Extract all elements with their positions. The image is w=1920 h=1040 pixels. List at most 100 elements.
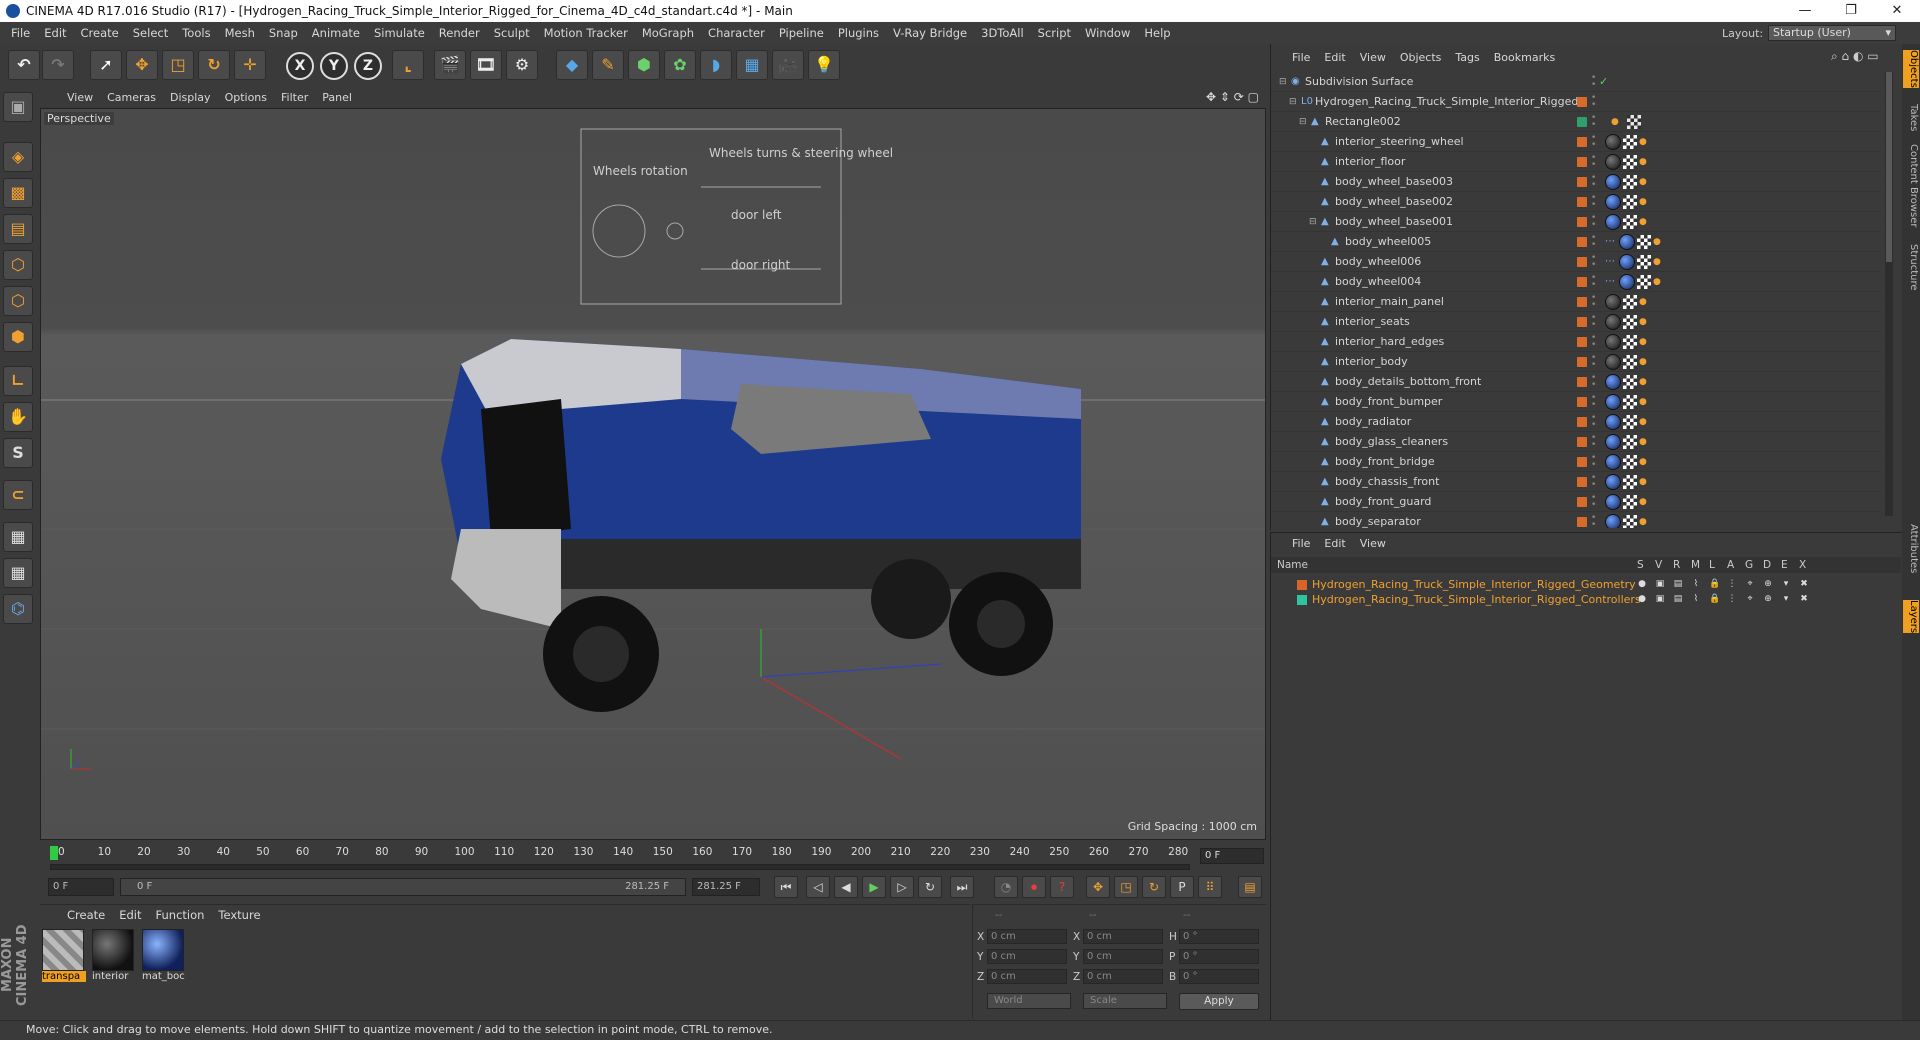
- playhead[interactable]: [50, 846, 58, 860]
- tag-icon[interactable]: ●: [1639, 158, 1647, 167]
- layer-color-swatch[interactable]: [1577, 357, 1587, 367]
- object-row[interactable]: ⊟ ▲ Rectangle002 • • ●: [1271, 112, 1881, 132]
- layer-color-swatch[interactable]: [1577, 517, 1587, 527]
- menu-item[interactable]: MoGraph: [635, 22, 701, 44]
- layer-menu-item[interactable]: View: [1353, 536, 1393, 552]
- object-row[interactable]: ⊟ ▲ body_wheel_base001 • • ●: [1271, 212, 1881, 232]
- material-tag-icon[interactable]: [1605, 194, 1621, 210]
- layer-color-swatch[interactable]: [1577, 437, 1587, 447]
- layer-toggle-icon[interactable]: ⌇: [1691, 593, 1701, 605]
- layer-toggle-icon[interactable]: ▣: [1655, 593, 1665, 605]
- material-tag-icon[interactable]: [1605, 354, 1621, 370]
- material-tag-icon[interactable]: [1605, 374, 1621, 390]
- layer-toggle-icon[interactable]: ⌖: [1745, 593, 1755, 605]
- tag-icon[interactable]: ●: [1639, 418, 1647, 427]
- preview-range-bar[interactable]: [50, 864, 1190, 870]
- object-row[interactable]: ⊟ L0 Hydrogen_Racing_Truck_Simple_Interior…: [1271, 92, 1881, 112]
- texture-tag-icon[interactable]: [1637, 255, 1651, 269]
- layer-color-swatch[interactable]: [1577, 377, 1587, 387]
- layer-row[interactable]: Hydrogen_Racing_Truck_Simple_Interior_Ri…: [1271, 592, 1901, 607]
- object-manager-search-icon[interactable]: ⌕ ⌂ ◐ ▭: [1831, 49, 1879, 64]
- tag-icon[interactable]: ●: [1639, 198, 1647, 207]
- z-axis-button[interactable]: Z: [354, 52, 382, 80]
- play-button[interactable]: ▶: [862, 876, 886, 898]
- xpresso-tag-icon[interactable]: ⋯: [1605, 232, 1615, 252]
- prev-frame-button[interactable]: ◀: [834, 876, 858, 898]
- scale-tool-button[interactable]: ◳: [162, 50, 194, 80]
- apply-button[interactable]: Apply: [1179, 993, 1259, 1010]
- side-tab[interactable]: Layers: [1903, 600, 1919, 634]
- texture-tag-icon[interactable]: [1623, 195, 1637, 209]
- layer-color-swatch[interactable]: [1577, 197, 1587, 207]
- render-picture-viewer-button[interactable]: 🎞: [470, 50, 502, 80]
- recent-tool-button[interactable]: ✛: [234, 50, 266, 80]
- tag-icon[interactable]: ●: [1653, 258, 1661, 267]
- texture-tag-icon[interactable]: [1623, 315, 1637, 329]
- goto-end-button[interactable]: ⏭: [950, 876, 974, 898]
- autokey-button[interactable]: ?: [1050, 876, 1074, 898]
- layout-select[interactable]: Startup (User) ▾: [1768, 25, 1896, 41]
- menu-item[interactable]: Edit: [37, 22, 73, 44]
- object-row[interactable]: ▲ body_wheel005 • • ⋯ ●: [1271, 232, 1881, 252]
- x-axis-button[interactable]: X: [286, 52, 314, 80]
- maximize-button[interactable]: ❐: [1828, 0, 1874, 22]
- texture-tag-icon[interactable]: [1637, 275, 1651, 289]
- light-button[interactable]: 💡: [808, 50, 840, 80]
- object-menu-item[interactable]: Objects: [1393, 50, 1449, 66]
- visibility-dots-icon[interactable]: • •: [1591, 374, 1596, 390]
- menu-item[interactable]: Animate: [305, 22, 367, 44]
- texture-tag-icon[interactable]: [1623, 395, 1637, 409]
- object-row[interactable]: ▲ interior_body • • ●: [1271, 352, 1881, 372]
- layer-toggle-icon[interactable]: ⋮: [1727, 593, 1737, 605]
- layer-toggle-icon[interactable]: ⌖: [1745, 578, 1755, 590]
- side-tab[interactable]: Structure: [1903, 244, 1919, 291]
- timeline-ruler[interactable]: 0 10 20 30 40 50 60 70 80 90 100 110 120 130 140 150 160…: [40, 842, 1266, 874]
- material-tag-icon[interactable]: [1605, 214, 1621, 230]
- layer-color-swatch[interactable]: [1577, 177, 1587, 187]
- move-tool-button[interactable]: ✥: [126, 50, 158, 80]
- tweak-mode-button[interactable]: ✋: [3, 402, 33, 432]
- record-keys-button[interactable]: ⏺: [1022, 876, 1046, 898]
- visibility-dots-icon[interactable]: • •: [1591, 394, 1596, 410]
- material-tag-icon[interactable]: [1619, 234, 1635, 250]
- motion-record-button[interactable]: ◔: [994, 876, 1018, 898]
- tag-icon[interactable]: ●: [1611, 118, 1619, 127]
- tag-icon[interactable]: ●: [1639, 478, 1647, 487]
- texture-tag-icon[interactable]: [1623, 455, 1637, 469]
- object-row[interactable]: ▲ body_wheel_base002 • • ●: [1271, 192, 1881, 212]
- coordinate-system-button[interactable]: ⌞: [392, 50, 424, 80]
- object-menu-item[interactable]: Edit: [1317, 50, 1352, 66]
- deformer-button[interactable]: ◗: [700, 50, 732, 80]
- texture-tag-icon[interactable]: [1623, 375, 1637, 389]
- layer-color-swatch[interactable]: [1577, 477, 1587, 487]
- layer-toggle-icon[interactable]: ⋮: [1727, 578, 1737, 590]
- layer-toggle-icon[interactable]: ●: [1637, 578, 1647, 590]
- menu-item[interactable]: Sculpt: [487, 22, 537, 44]
- layer-toggle-icon[interactable]: ⊕: [1763, 593, 1773, 605]
- texture-tag-icon[interactable]: [1623, 215, 1637, 229]
- expand-toggle-icon[interactable]: ⊟: [1289, 96, 1299, 108]
- layer-toggle-icon[interactable]: 🔒: [1709, 593, 1720, 605]
- material-tag-icon[interactable]: [1605, 174, 1621, 190]
- timeline-window-button[interactable]: ▤: [1238, 876, 1262, 898]
- material-tag-icon[interactable]: [1605, 494, 1621, 510]
- object-menu-item[interactable]: File: [1285, 50, 1317, 66]
- visibility-dots-icon[interactable]: • •: [1591, 114, 1596, 130]
- make-editable-button[interactable]: ▣: [3, 92, 33, 122]
- viewport-menu-item[interactable]: Display: [163, 90, 218, 106]
- layer-color-swatch[interactable]: [1577, 497, 1587, 507]
- planar-workplane-button[interactable]: ▦: [3, 558, 33, 588]
- enabled-check-icon[interactable]: ✓: [1599, 72, 1608, 92]
- object-menu-item[interactable]: Tags: [1448, 50, 1486, 66]
- texture-tag-icon[interactable]: [1623, 415, 1637, 429]
- menu-item[interactable]: Simulate: [367, 22, 432, 44]
- expand-toggle-icon[interactable]: ⊟: [1309, 216, 1319, 228]
- layer-toggle-icon[interactable]: ✖: [1799, 593, 1809, 605]
- texture-tag-icon[interactable]: [1623, 155, 1637, 169]
- menu-item[interactable]: Plugins: [831, 22, 886, 44]
- object-row[interactable]: ▲ body_details_bottom_front • • ●: [1271, 372, 1881, 392]
- layer-color-swatch[interactable]: [1577, 257, 1587, 267]
- menu-item[interactable]: Pipeline: [772, 22, 831, 44]
- texture-tag-icon[interactable]: [1623, 515, 1637, 528]
- tag-icon[interactable]: ●: [1639, 438, 1647, 447]
